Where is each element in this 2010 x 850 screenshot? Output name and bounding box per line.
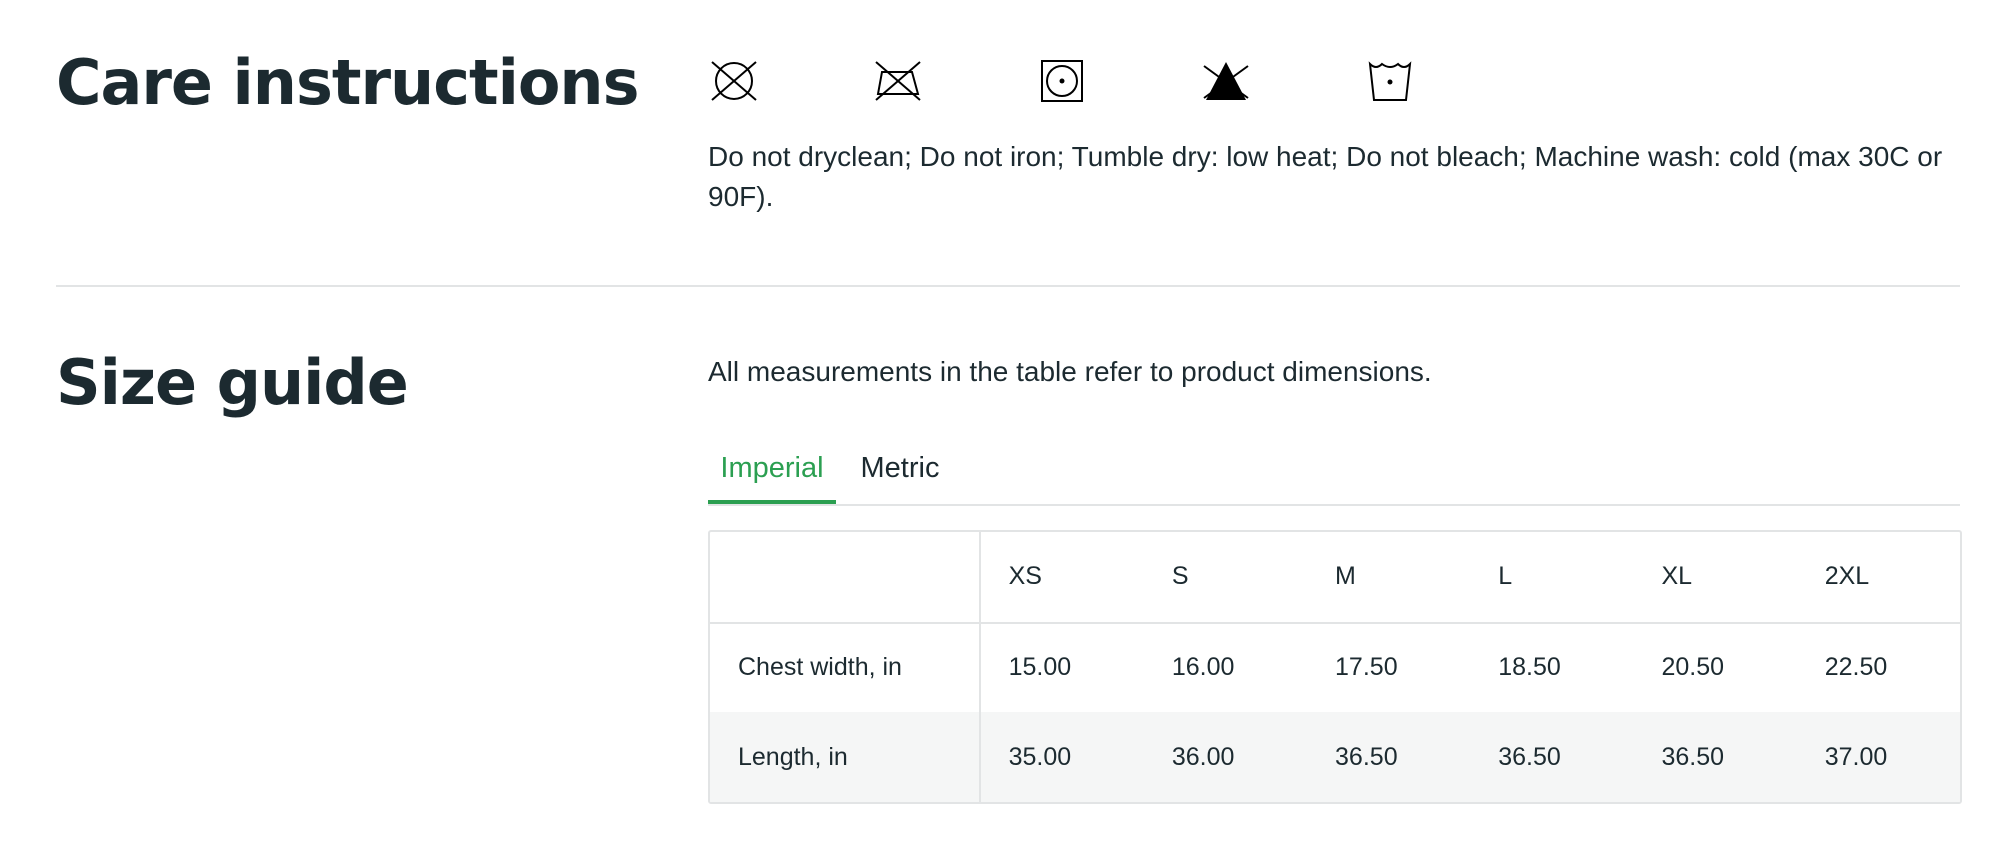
care-icons [708,58,1424,110]
table-cell: 36.50 [1335,742,1398,771]
size-guide-note: All measurements in the table refer to p… [708,356,1432,387]
tab-metric[interactable]: Metric [848,440,952,502]
table-cell: 36.50 [1498,742,1561,771]
row-label: Chest width, in [710,621,981,713]
column-header: XS [1008,562,1042,591]
table-header-blank [710,532,981,623]
size-guide-heading: Size guide [56,346,409,419]
table-cell: 22.50 [1796,621,1960,713]
table-cell: 37.00 [1824,742,1888,771]
do-not-dryclean-icon [708,58,768,110]
care-instructions-text: Do not dryclean; Do not iron; Tumble dry… [708,141,1943,212]
column-header: XL [1661,562,1693,591]
machine-wash-cold-icon [1364,58,1424,110]
table-cell: 35.00 [1008,742,1072,771]
column-header: M [1335,562,1356,591]
column-header: L [1498,562,1513,591]
do-not-bleach-icon [1200,58,1260,110]
table-cell: 15.00 [979,621,1144,713]
table-header-row: XS S M L XL 2XL [710,532,1960,623]
column-header: 2XL [1824,562,1870,591]
table-cell: 17.50 [1307,621,1471,713]
tumble-dry-low-icon [1036,58,1096,110]
care-instructions-heading: Care instructions [56,46,639,119]
table-row: Length, in 35.00 36.00 36.50 36.50 36.50… [710,712,1960,802]
table-cell: 36.00 [1171,742,1235,771]
row-label: Length, in [710,712,981,802]
table-cell: 18.50 [1470,621,1634,713]
table-row: Chest width, in 15.00 16.00 17.50 18.50 … [710,621,1960,713]
table-cell: 20.50 [1633,621,1797,713]
section-divider [56,285,1960,287]
table-cell: 36.50 [1661,742,1725,771]
size-table: XS S M L XL 2XL Chest width, in 15.00 16… [708,530,1962,804]
table-cell: 16.00 [1143,621,1308,713]
tab-imperial[interactable]: Imperial [708,440,836,504]
unit-tabs: Imperial Metric [708,440,1960,506]
column-header: S [1171,562,1189,591]
do-not-iron-icon [872,58,932,110]
